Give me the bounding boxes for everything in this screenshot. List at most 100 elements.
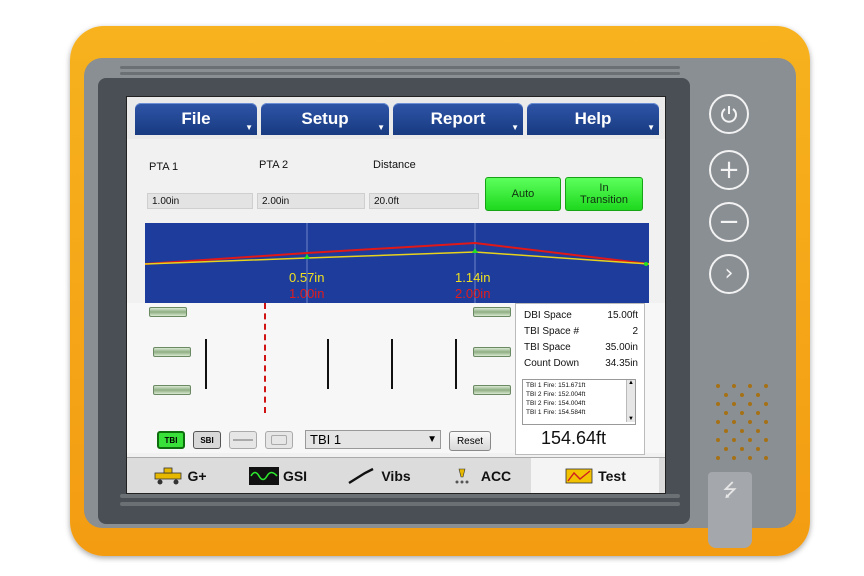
speaker-hole <box>732 384 736 388</box>
log-scrollbar[interactable]: ▲ ▼ <box>626 380 635 422</box>
speaker-hole <box>740 411 744 415</box>
speaker-hole <box>724 393 728 397</box>
speaker-hole <box>764 384 768 388</box>
speaker-hole <box>756 447 760 451</box>
rail-tool-button[interactable] <box>229 431 257 449</box>
fire-log-list[interactable]: TBI 1 Fire: 151.671ft TBI 2 Fire: 152.00… <box>522 379 636 425</box>
speaker-hole <box>716 438 720 442</box>
speaker-hole <box>756 411 760 415</box>
tbi-mode-button[interactable]: TBI <box>157 431 185 449</box>
log-entry: TBI 1 Fire: 154.584ft <box>526 409 585 416</box>
power-icon <box>721 106 737 123</box>
accelerometer-icon <box>455 468 469 484</box>
tab-test[interactable]: Test <box>531 458 659 493</box>
distance-field[interactable]: 20.0ft <box>369 193 479 209</box>
machine-icon <box>155 467 182 485</box>
power-button[interactable] <box>709 94 749 134</box>
speaker-hole <box>756 429 760 433</box>
info-row: DBI Space 15.00ft <box>524 310 638 321</box>
info-value: 2 <box>632 326 638 337</box>
sbi-mode-label: SBI <box>200 435 214 445</box>
info-row: Count Down 34.35in <box>524 358 638 369</box>
bottom-tab-bar: G+ GSI Vibs ACC Test <box>127 457 665 493</box>
marker-triangle-icon <box>304 254 310 259</box>
menu-setup[interactable]: Setup ▼ <box>261 103 389 135</box>
zoom-out-button[interactable]: − <box>709 202 749 242</box>
reset-button[interactable]: Reset <box>449 431 491 451</box>
tab-g-plus-label: G+ <box>187 468 207 484</box>
menu-report[interactable]: Report ▼ <box>393 103 523 135</box>
zoom-in-button[interactable]: + <box>709 150 749 190</box>
control-row: TBI SBI TBI 1 ▼ Reset 154.64ft <box>127 427 665 457</box>
camera-tool-button[interactable] <box>265 431 293 449</box>
tie-graphic <box>473 347 511 357</box>
marker1-measured: 0.57in <box>289 270 325 285</box>
rail-marker <box>455 339 457 389</box>
log-value: 154.004ft <box>558 400 586 407</box>
vent-line <box>120 66 680 69</box>
log-label: TBI 2 Fire: <box>526 391 557 398</box>
vent-line <box>120 72 680 75</box>
menu-help-label: Help <box>574 109 612 128</box>
menu-help[interactable]: Help ▼ <box>527 103 659 135</box>
log-entry: TBI 1 Fire: 151.671ft <box>526 382 585 389</box>
tab-gsi[interactable]: GSI <box>231 458 325 493</box>
test-icon <box>565 468 593 484</box>
in-transition-line2: Transition <box>580 194 628 206</box>
tab-vibs[interactable]: Vibs <box>331 458 427 493</box>
marker2-measured: 1.14in <box>455 270 491 285</box>
tab-g-plus[interactable]: G+ <box>135 458 225 493</box>
menu-file-label: File <box>181 109 211 128</box>
pta1-field[interactable]: 1.00in <box>147 193 253 209</box>
in-transition-button[interactable]: In Transition <box>565 177 643 211</box>
tab-gsi-label: GSI <box>282 468 308 484</box>
distance-label: Distance <box>373 159 416 171</box>
rail-marker <box>205 339 207 389</box>
auto-button-label: Auto <box>511 188 535 200</box>
next-button[interactable]: › <box>709 254 749 294</box>
speaker-hole <box>748 420 752 424</box>
speaker-hole <box>724 447 728 451</box>
speaker-hole <box>740 429 744 433</box>
tie-graphic <box>153 385 191 395</box>
speaker-hole <box>764 420 768 424</box>
speaker-hole <box>740 393 744 397</box>
rail-marker <box>327 339 329 389</box>
menu-file[interactable]: File ▼ <box>135 103 257 135</box>
tab-acc-label: ACC <box>480 468 512 484</box>
scroll-up-icon[interactable]: ▲ <box>627 380 635 386</box>
pta1-label: PTA 1 <box>149 161 179 173</box>
speaker-hole <box>724 411 728 415</box>
speaker-hole <box>724 429 728 433</box>
auto-button[interactable]: Auto <box>485 177 561 211</box>
speaker-hole <box>732 402 736 406</box>
menu-setup-label: Setup <box>301 109 349 128</box>
reset-label: Reset <box>456 435 484 447</box>
distance-readout: 154.64ft <box>541 428 607 448</box>
log-value: 154.584ft <box>558 409 586 416</box>
tab-vibs-label: Vibs <box>381 468 411 484</box>
speaker-hole <box>716 456 720 460</box>
pta2-field[interactable]: 2.00in <box>257 193 365 209</box>
tie-graphic <box>473 385 511 395</box>
speaker-hole <box>748 456 752 460</box>
log-entry: TBI 2 Fire: 152.004ft <box>526 391 585 398</box>
marker1-target: 1.00in <box>289 286 325 301</box>
tie-graphic <box>153 347 191 357</box>
speaker-grille <box>712 380 776 476</box>
tab-acc[interactable]: ACC <box>433 458 525 493</box>
tie-graphic <box>149 307 187 317</box>
sbi-mode-button[interactable]: SBI <box>193 431 221 449</box>
tbi-select-value: TBI 1 <box>310 432 342 447</box>
profile-plot: 0.57in 1.00in 1.14in 2.00in <box>145 223 649 303</box>
tbi-select[interactable]: TBI 1 ▼ <box>305 430 441 449</box>
info-label: Count Down <box>524 358 580 369</box>
tbi-mode-label: TBI <box>164 435 178 445</box>
scroll-down-icon[interactable]: ▼ <box>627 416 635 422</box>
speaker-hole <box>716 402 720 406</box>
log-label: TBI 1 Fire: <box>526 409 557 416</box>
plot-end-dot <box>644 262 648 266</box>
usb-icon: ⭍ <box>722 480 738 500</box>
tab-test-label: Test <box>598 468 626 484</box>
rail-icon <box>233 439 253 441</box>
